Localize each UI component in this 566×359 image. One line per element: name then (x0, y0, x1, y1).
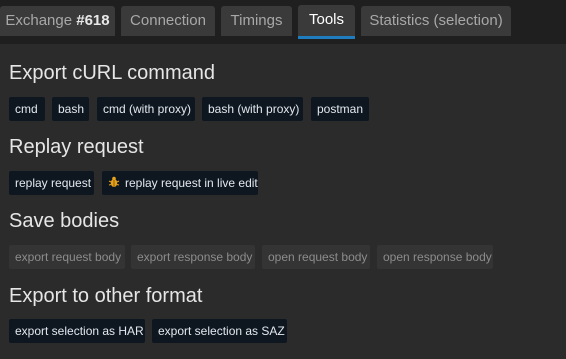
export-har-button[interactable]: export selection as HAR (9, 319, 145, 343)
tab-exchange[interactable]: Exchange #618 (0, 6, 115, 36)
bug-icon (108, 176, 120, 187)
export-saz-button[interactable]: export selection as SAZ (152, 319, 287, 343)
open-request-body-button[interactable]: open request body (262, 245, 370, 269)
curl-bash-proxy-button[interactable]: bash (with proxy) (202, 97, 303, 121)
section-title-export: Export to other format (9, 285, 203, 307)
curl-cmd-proxy-button[interactable]: cmd (with proxy) (97, 97, 195, 121)
replay-live-edit-button[interactable]: replay request in live edit (102, 171, 258, 195)
section-title-replay: Replay request (9, 136, 144, 158)
tab-timings[interactable]: Timings (221, 6, 292, 36)
tab-exchange-number: #618 (76, 12, 110, 29)
tab-statistics[interactable]: Statistics (selection) (361, 6, 511, 36)
section-title-curl: Export cURL command (9, 62, 215, 84)
tab-tools-label: Tools (308, 11, 345, 28)
tab-bar: Exchange #618 Connection Timings Tools S… (0, 0, 566, 44)
curl-cmd-button[interactable]: cmd (9, 97, 45, 121)
tab-exchange-label: Exchange (5, 12, 77, 29)
curl-bash-button[interactable]: bash (52, 97, 89, 121)
tab-tools[interactable]: Tools (298, 5, 355, 39)
tools-panel: Export cURL command cmd bash cmd (with p… (0, 44, 566, 359)
section-title-save: Save bodies (9, 210, 120, 232)
export-request-body-button[interactable]: export request body (9, 245, 125, 269)
tab-connection-label: Connection (130, 12, 206, 29)
postman-button[interactable]: postman (311, 97, 369, 121)
tab-timings-label: Timings (230, 12, 283, 29)
replay-live-edit-label: replay request in live edit (125, 176, 258, 190)
export-response-body-button[interactable]: export response body (131, 245, 255, 269)
tab-connection[interactable]: Connection (121, 6, 215, 36)
tab-statistics-label: Statistics (selection) (369, 12, 503, 29)
open-response-body-button[interactable]: open response body (377, 245, 493, 269)
replay-request-button[interactable]: replay request (9, 171, 94, 195)
